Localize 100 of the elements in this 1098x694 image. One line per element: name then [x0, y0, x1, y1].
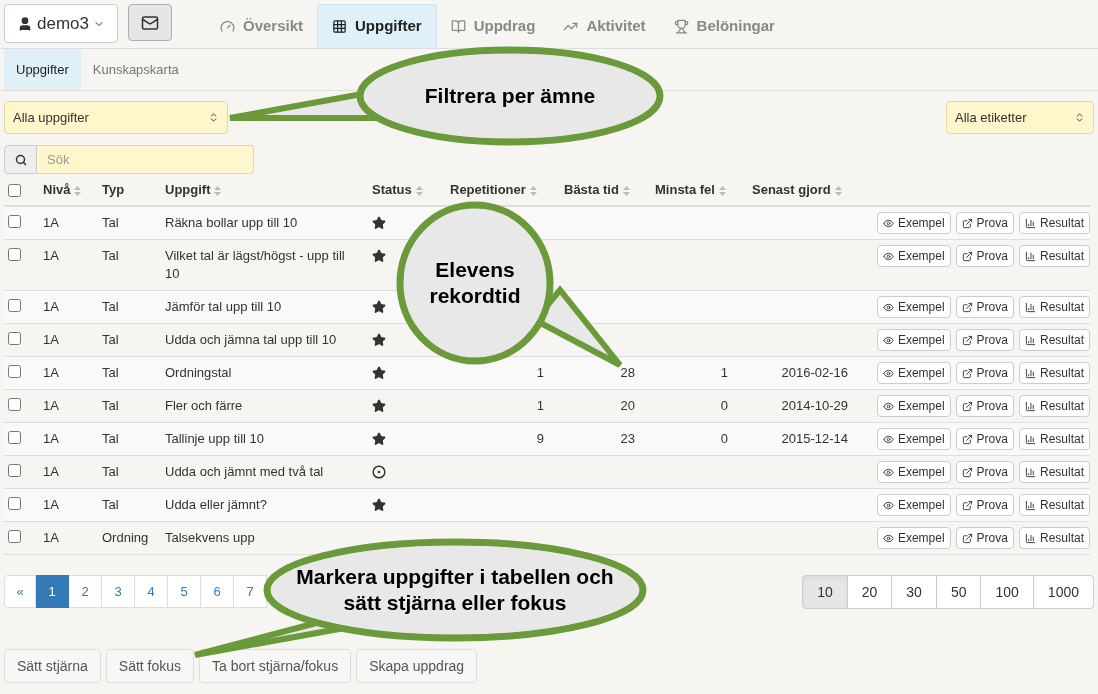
nav-tab[interactable]: Uppgifter — [317, 4, 437, 48]
table-cell: 9 — [536, 431, 544, 446]
example-button[interactable]: Exempel — [876, 428, 951, 450]
example-button[interactable]: Exempel — [876, 329, 951, 351]
try-button[interactable]: Prova — [955, 362, 1014, 384]
table-cell: 23 — [620, 431, 635, 446]
example-button[interactable]: Exempel — [876, 527, 951, 549]
results-button[interactable]: Resultat — [1018, 395, 1090, 417]
results-button[interactable]: Resultat — [1018, 329, 1090, 351]
task-name: Udda och jämnt med två tal — [165, 463, 324, 481]
results-button[interactable]: Resultat — [1018, 527, 1090, 549]
table-cell: 2016-02-16 — [781, 365, 848, 380]
table-cell: Tal — [102, 299, 119, 314]
page-button[interactable]: 6 — [201, 575, 234, 608]
table-cell: 1A — [43, 431, 59, 446]
task-name: Räkna bollar upp till 10 — [165, 214, 298, 232]
task-name: Udda eller jämnt? — [165, 496, 267, 514]
page-button[interactable]: 2 — [69, 575, 102, 608]
table-cell: 1 — [536, 365, 544, 380]
page-button[interactable]: 1 — [36, 575, 69, 608]
task-name: Ordningstal — [165, 364, 232, 382]
table-cell: Tal — [102, 464, 119, 479]
table-cell: 1A — [43, 299, 59, 314]
search-field[interactable]: Sök — [37, 145, 254, 174]
table-cell: Tal — [102, 431, 119, 446]
example-button[interactable]: Exempel — [876, 494, 951, 516]
page-size-button[interactable]: 100 — [980, 575, 1034, 609]
page-size-button[interactable]: 1000 — [1032, 575, 1094, 609]
table-cell: 0 — [720, 398, 728, 413]
try-button[interactable]: Prova — [955, 461, 1014, 483]
try-button[interactable]: Prova — [955, 428, 1014, 450]
column-header[interactable]: Repetitioner — [450, 182, 537, 197]
page-button[interactable]: 4 — [135, 575, 168, 608]
task-name: Jämför tal upp till 10 — [165, 298, 282, 316]
table-cell: 1A — [43, 215, 59, 230]
table-cell: 1A — [43, 464, 59, 479]
table-cell: 0 — [720, 431, 728, 446]
task-name: Udda och jämna tal upp till 10 — [165, 331, 337, 349]
page-button[interactable]: 3 — [102, 575, 135, 608]
results-button[interactable]: Resultat — [1018, 212, 1090, 234]
page-size-button[interactable]: 50 — [935, 575, 982, 609]
table-cell: Tal — [102, 497, 119, 512]
try-button[interactable]: Prova — [955, 527, 1014, 549]
table-cell: Tal — [102, 248, 119, 263]
table-cell: 1A — [43, 530, 59, 545]
example-button[interactable]: Exempel — [876, 212, 951, 234]
results-button[interactable]: Resultat — [1018, 494, 1090, 516]
sub-tab[interactable]: Kunskapskarta — [80, 49, 191, 90]
bulk-action-button[interactable]: Sätt fokus — [105, 649, 195, 683]
try-button[interactable]: Prova — [955, 296, 1014, 318]
try-button[interactable]: Prova — [955, 494, 1014, 516]
table-cell: 28 — [620, 365, 635, 380]
previous-page-button[interactable]: « — [4, 575, 36, 608]
callout-text: Filtrera per ämne — [423, 83, 597, 109]
table-cell: 1 — [720, 365, 728, 380]
page-size-button[interactable]: 10 — [802, 575, 848, 609]
table-cell: 2015-12-14 — [781, 431, 848, 446]
results-button[interactable]: Resultat — [1018, 428, 1090, 450]
table-cell: Ordning — [102, 530, 149, 545]
task-name: Vilket tal är lägst/högst - upp till 10 — [165, 247, 346, 283]
try-button[interactable]: Prova — [955, 245, 1014, 267]
page-size-button[interactable]: 30 — [891, 575, 937, 609]
table-cell: 1A — [43, 398, 59, 413]
page-size-button[interactable]: 20 — [846, 575, 893, 609]
try-button[interactable]: Prova — [955, 212, 1014, 234]
user-menu-button[interactable]: demo3 — [4, 4, 118, 43]
bulk-action-button[interactable]: Sätt stjärna — [4, 649, 101, 683]
column-header[interactable]: Uppgift — [165, 182, 222, 197]
example-button[interactable]: Exempel — [876, 395, 951, 417]
task-name: Talsekvens upp — [165, 529, 255, 547]
example-button[interactable]: Exempel — [876, 296, 951, 318]
column-header[interactable]: Bästa tid — [564, 182, 630, 197]
example-button[interactable]: Exempel — [876, 461, 951, 483]
column-header[interactable]: Status — [372, 182, 423, 197]
bulk-action-button[interactable]: Ta bort stjärna/fokus — [199, 649, 352, 683]
table-cell: 1A — [43, 248, 59, 263]
try-button[interactable]: Prova — [955, 329, 1014, 351]
page-button[interactable]: 5 — [168, 575, 201, 608]
callout-text: Markera uppgifter i tabellen och sätt stjärna eller fokus — [295, 564, 615, 616]
sub-tab[interactable]: Uppgifter — [4, 49, 81, 90]
results-button[interactable]: Resultat — [1018, 296, 1090, 318]
bulk-action-button[interactable]: Skapa uppdrag — [356, 649, 478, 683]
column-header[interactable]: Minsta fel — [655, 182, 726, 197]
results-button[interactable]: Resultat — [1018, 461, 1090, 483]
table-cell: Tal — [102, 215, 119, 230]
table-cell: Tal — [102, 332, 119, 347]
column-header[interactable]: Senast gjord — [752, 182, 842, 197]
example-button[interactable]: Exempel — [876, 245, 951, 267]
column-header: Typ — [102, 182, 125, 197]
subject-select[interactable]: Alla uppgifter — [4, 101, 228, 134]
example-button[interactable]: Exempel — [876, 362, 951, 384]
results-button[interactable]: Resultat — [1018, 362, 1090, 384]
tag-select[interactable]: Alla etiketter — [946, 101, 1094, 134]
try-button[interactable]: Prova — [955, 395, 1014, 417]
page-button[interactable]: 7 — [234, 575, 267, 608]
results-button[interactable]: Resultat — [1018, 245, 1090, 267]
column-header[interactable]: Nivå — [43, 182, 82, 197]
table-cell: 2014-10-29 — [781, 398, 848, 413]
task-name: Tallinje upp till 10 — [165, 430, 264, 448]
table-cell: 1A — [43, 497, 59, 512]
